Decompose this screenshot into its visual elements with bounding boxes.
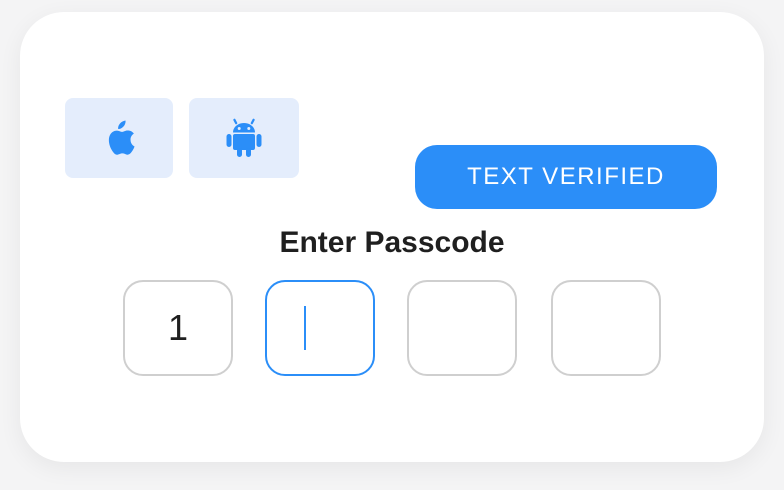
passcode-digit-1[interactable]: 1 [123,280,233,376]
android-icon [226,118,262,158]
apple-option-button[interactable] [65,98,173,178]
passcode-digit-4[interactable] [551,280,661,376]
passcode-digit-2[interactable] [265,280,375,376]
android-option-button[interactable] [189,98,299,178]
passcode-digit-3[interactable] [407,280,517,376]
text-verified-button[interactable]: TEXT VERIFIED [415,145,717,209]
text-cursor [303,306,307,350]
apple-icon [102,118,136,158]
passcode-card: TEXT VERIFIED Enter Passcode 1 [20,12,764,462]
passcode-title: Enter Passcode [279,226,505,259]
